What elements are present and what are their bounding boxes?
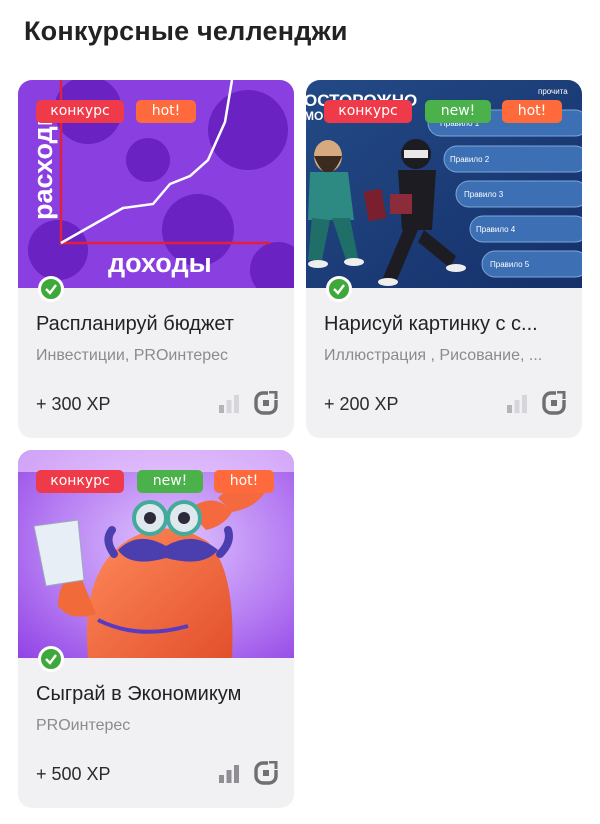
challenge-card-budget[interactable]: расходы доходы конкурс hot! Распланируй … <box>18 80 294 438</box>
badge-hot: hot! <box>502 100 562 123</box>
card-tags: Иллюстрация , Рисование, ... <box>324 347 543 364</box>
card-title: Сыграй в Экономикум <box>36 683 242 705</box>
card-tags: PROинтерес <box>36 717 131 734</box>
brand-logo-icon <box>254 391 278 415</box>
card-xp: + 300 XP <box>36 394 111 414</box>
card-title: Нарисуй картинку с с... <box>324 313 538 335</box>
completed-check-icon <box>326 276 352 302</box>
page-title: Конкурсные челленджи <box>24 16 348 46</box>
image-rule-4: Правило 4 <box>476 225 516 234</box>
challenge-card-economicum[interactable]: конкурс new! hot! Сыграй в Экономикум PR… <box>18 450 294 808</box>
image-xlabel: доходы <box>108 248 212 278</box>
card-xp: + 500 XP <box>36 764 111 784</box>
image-side-note: прочита <box>538 87 568 96</box>
image-rule-2: Правило 2 <box>450 155 490 164</box>
badge-new: new! <box>425 100 491 123</box>
image-rule-5: Правило 5 <box>490 260 530 269</box>
brand-logo-icon <box>254 761 278 785</box>
card-xp: + 200 XP <box>324 394 399 414</box>
challenge-card-drawing[interactable]: ОСТОРОЖНО МО прочита Правило 1 Правило 2… <box>306 80 582 438</box>
difficulty-level-icon <box>218 762 240 784</box>
image-headline-2: МО <box>306 109 323 123</box>
image-rule-3: Правило 3 <box>464 190 504 199</box>
brand-logo-icon <box>542 391 566 415</box>
completed-check-icon <box>38 276 64 302</box>
completed-check-icon <box>38 646 64 672</box>
badge-hot: hot! <box>214 470 274 493</box>
badge-contest: конкурс <box>324 100 412 123</box>
difficulty-level-icon <box>218 392 240 414</box>
badge-contest: конкурс <box>36 470 124 493</box>
difficulty-level-icon <box>506 392 528 414</box>
badge-contest: конкурс <box>36 100 124 123</box>
card-tags: Инвестиции, PROинтерес <box>36 347 229 364</box>
card-title: Распланируй бюджет <box>36 313 234 335</box>
badge-new: new! <box>137 470 203 493</box>
badge-hot: hot! <box>136 100 196 123</box>
